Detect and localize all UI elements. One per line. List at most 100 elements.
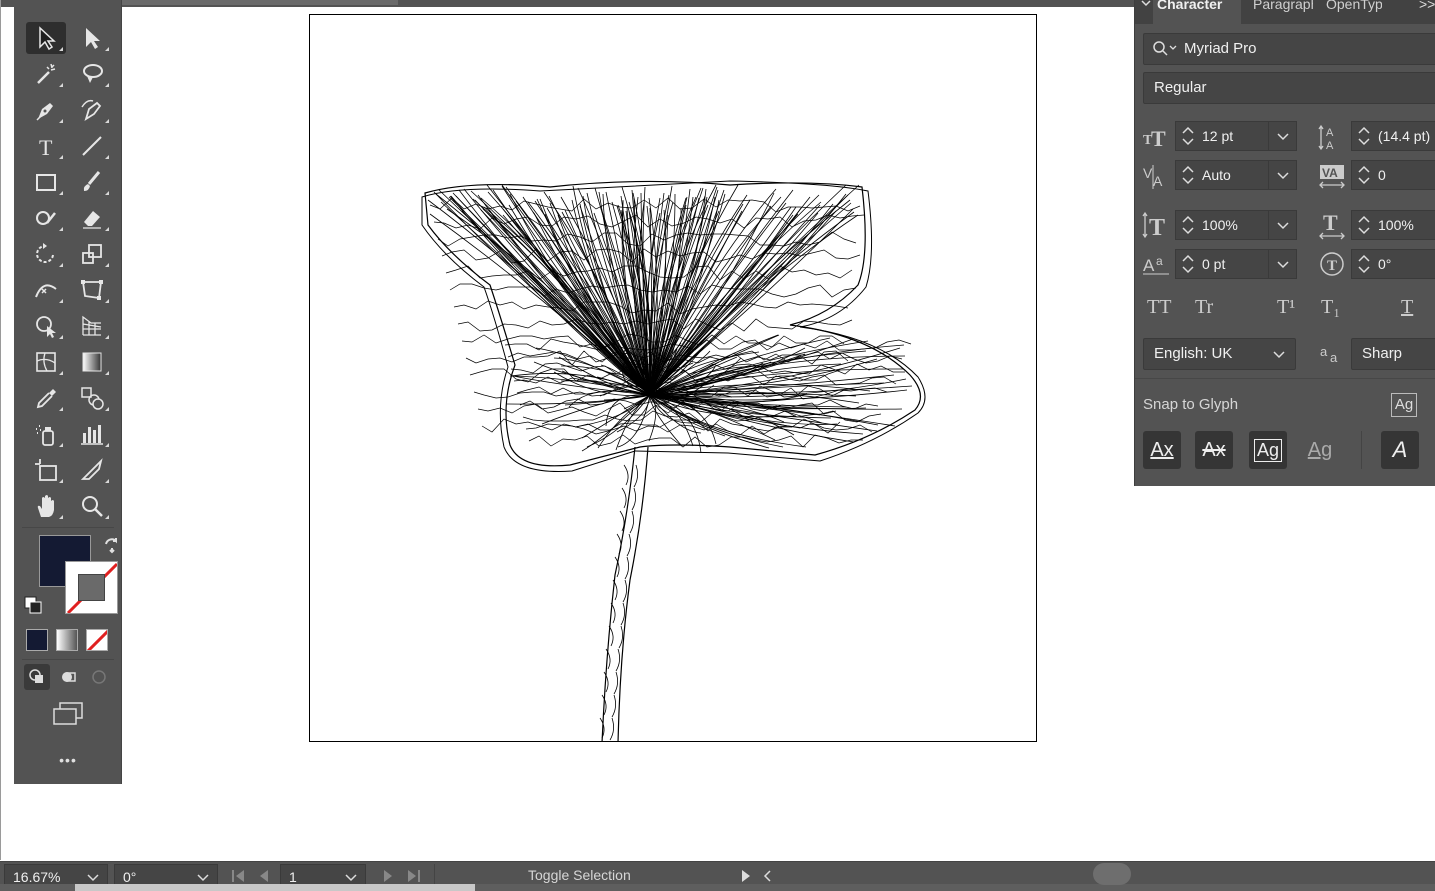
tool-group-indicator	[59, 227, 63, 231]
mesh-tool[interactable]	[26, 346, 66, 378]
anti-aliasing-select[interactable]: Sharp	[1351, 338, 1435, 370]
vertical-scale-dropdown[interactable]	[1268, 211, 1296, 239]
scale-tool[interactable]	[72, 238, 112, 270]
font-size-icon: TT	[1141, 122, 1171, 152]
lasso-tool[interactable]	[72, 58, 112, 90]
selection-tool[interactable]	[26, 22, 66, 54]
column-graph-tool[interactable]	[72, 418, 112, 450]
first-prev-artboard-icon[interactable]	[230, 868, 280, 884]
eraser-tool[interactable]	[72, 202, 112, 234]
baseline-shift-dropdown[interactable]	[1268, 250, 1296, 278]
blend-icon	[81, 387, 104, 410]
perspective-grid-tool[interactable]	[72, 310, 112, 342]
stem-texture	[633, 464, 638, 488]
snap-angular-button[interactable]: A	[1381, 431, 1419, 469]
vertical-scale-input[interactable]: 100%	[1175, 210, 1297, 240]
snap-baseline-button[interactable]: Ax	[1143, 431, 1181, 469]
symbol-sprayer-tool[interactable]	[26, 418, 66, 450]
snap-proximity-button[interactable]: Ag	[1301, 431, 1339, 469]
draw-inside-icon[interactable]	[86, 664, 112, 690]
scale-icon	[82, 244, 102, 264]
tab-character[interactable]: Character	[1153, 0, 1241, 24]
width-tool[interactable]	[26, 274, 66, 306]
underline-button[interactable]: T	[1401, 296, 1413, 319]
color-mode-button[interactable]	[26, 629, 48, 651]
kerning-input[interactable]: Auto	[1175, 160, 1297, 190]
direct-selection-tool[interactable]	[72, 22, 112, 54]
screen-mode-icon[interactable]	[51, 700, 85, 728]
stem-texture	[623, 464, 629, 486]
hand-tool[interactable]	[26, 490, 66, 522]
magic-wand-tool[interactable]	[26, 58, 66, 90]
rectangle-tool[interactable]	[26, 166, 66, 198]
baseline-shift-input[interactable]: 0 pt	[1175, 249, 1297, 279]
shape-builder-tool[interactable]	[26, 310, 66, 342]
curvature-tool[interactable]	[72, 94, 112, 126]
character-rotation-input[interactable]: 0°	[1351, 249, 1435, 279]
stem-texture	[618, 625, 623, 649]
font-family-field[interactable]: Myriad Pro	[1143, 33, 1435, 65]
free-transform-tool[interactable]	[72, 274, 112, 306]
stepper-icon[interactable]	[1180, 125, 1196, 147]
document-tab[interactable]	[122, 0, 398, 5]
svg-text:A: A	[1143, 256, 1155, 275]
font-style-field[interactable]: Regular	[1143, 72, 1435, 104]
stepper-icon[interactable]	[1180, 164, 1196, 186]
gradient-tool[interactable]	[72, 346, 112, 378]
stepper-icon[interactable]	[1356, 253, 1372, 275]
tool-group-indicator	[105, 515, 109, 519]
rotate-tool[interactable]	[26, 238, 66, 270]
language-select[interactable]: English: UK	[1143, 338, 1296, 370]
default-fill-stroke-icon[interactable]	[24, 596, 42, 614]
scroll-thumb[interactable]	[1093, 863, 1131, 885]
shaper-tool[interactable]	[26, 202, 66, 234]
magic-wand-icon	[37, 63, 56, 84]
tab-paragraph[interactable]: Paragraph	[1249, 0, 1313, 24]
stepper-icon[interactable]	[1180, 253, 1196, 275]
stem-texture	[626, 533, 631, 557]
small-caps-button[interactable]: Tr	[1195, 296, 1213, 319]
stroke-color-swatch[interactable]	[65, 561, 118, 614]
stepper-icon[interactable]	[1356, 164, 1372, 186]
kerning-dropdown[interactable]	[1268, 161, 1296, 189]
edit-toolbar-button[interactable]: •••	[14, 752, 122, 768]
gradient-mode-button[interactable]	[56, 629, 78, 651]
font-size-input[interactable]: 12 pt	[1175, 121, 1297, 151]
horizontal-scrollbar-thumb[interactable]	[75, 884, 475, 891]
stepper-icon[interactable]	[1356, 125, 1372, 147]
all-caps-button[interactable]: TT	[1147, 296, 1171, 319]
artboard[interactable]	[309, 14, 1037, 742]
panel-collapse-icon[interactable]	[1141, 0, 1151, 8]
swap-fill-stroke-icon[interactable]	[102, 535, 122, 555]
line-segment-tool[interactable]	[72, 130, 112, 162]
tracking-input[interactable]: 0	[1351, 160, 1435, 190]
slice-tool[interactable]	[72, 454, 112, 486]
draw-behind-icon[interactable]	[56, 664, 82, 690]
stepper-icon[interactable]	[1356, 214, 1372, 236]
horizontal-scale-input[interactable]: 100%	[1351, 210, 1435, 240]
draw-normal-button[interactable]	[24, 664, 50, 690]
chevron-down-icon	[1273, 351, 1285, 359]
zoom-tool[interactable]	[72, 490, 112, 522]
snap-glyph-bounds-button[interactable]: Ag	[1249, 431, 1287, 469]
tab-opentype[interactable]: OpenType	[1322, 0, 1382, 24]
none-mode-button[interactable]	[86, 629, 108, 651]
leading-value: (14.4 pt)	[1378, 128, 1431, 144]
status-menu-icon[interactable]	[738, 868, 778, 884]
pen-tool[interactable]	[26, 94, 66, 126]
glyph-guides-icon[interactable]: Ag	[1391, 393, 1417, 417]
superscript-button[interactable]: T¹	[1277, 296, 1295, 319]
tracking-value: 0	[1378, 167, 1386, 183]
blend-tool[interactable]	[72, 382, 112, 414]
snap-xheight-button[interactable]: Ax	[1195, 431, 1233, 469]
stepper-icon[interactable]	[1180, 214, 1196, 236]
next-last-artboard-icon[interactable]	[380, 868, 430, 884]
artboard-tool[interactable]	[26, 454, 66, 486]
font-size-dropdown[interactable]	[1268, 122, 1296, 150]
leading-input[interactable]: (14.4 pt)	[1351, 121, 1435, 151]
eyedropper-tool[interactable]	[26, 382, 66, 414]
paintbrush-tool[interactable]	[72, 166, 112, 198]
panel-expand-icon[interactable]: >>	[1415, 0, 1435, 24]
type-tool[interactable]: T	[26, 130, 66, 162]
subscript-button[interactable]: T₁	[1321, 296, 1340, 319]
